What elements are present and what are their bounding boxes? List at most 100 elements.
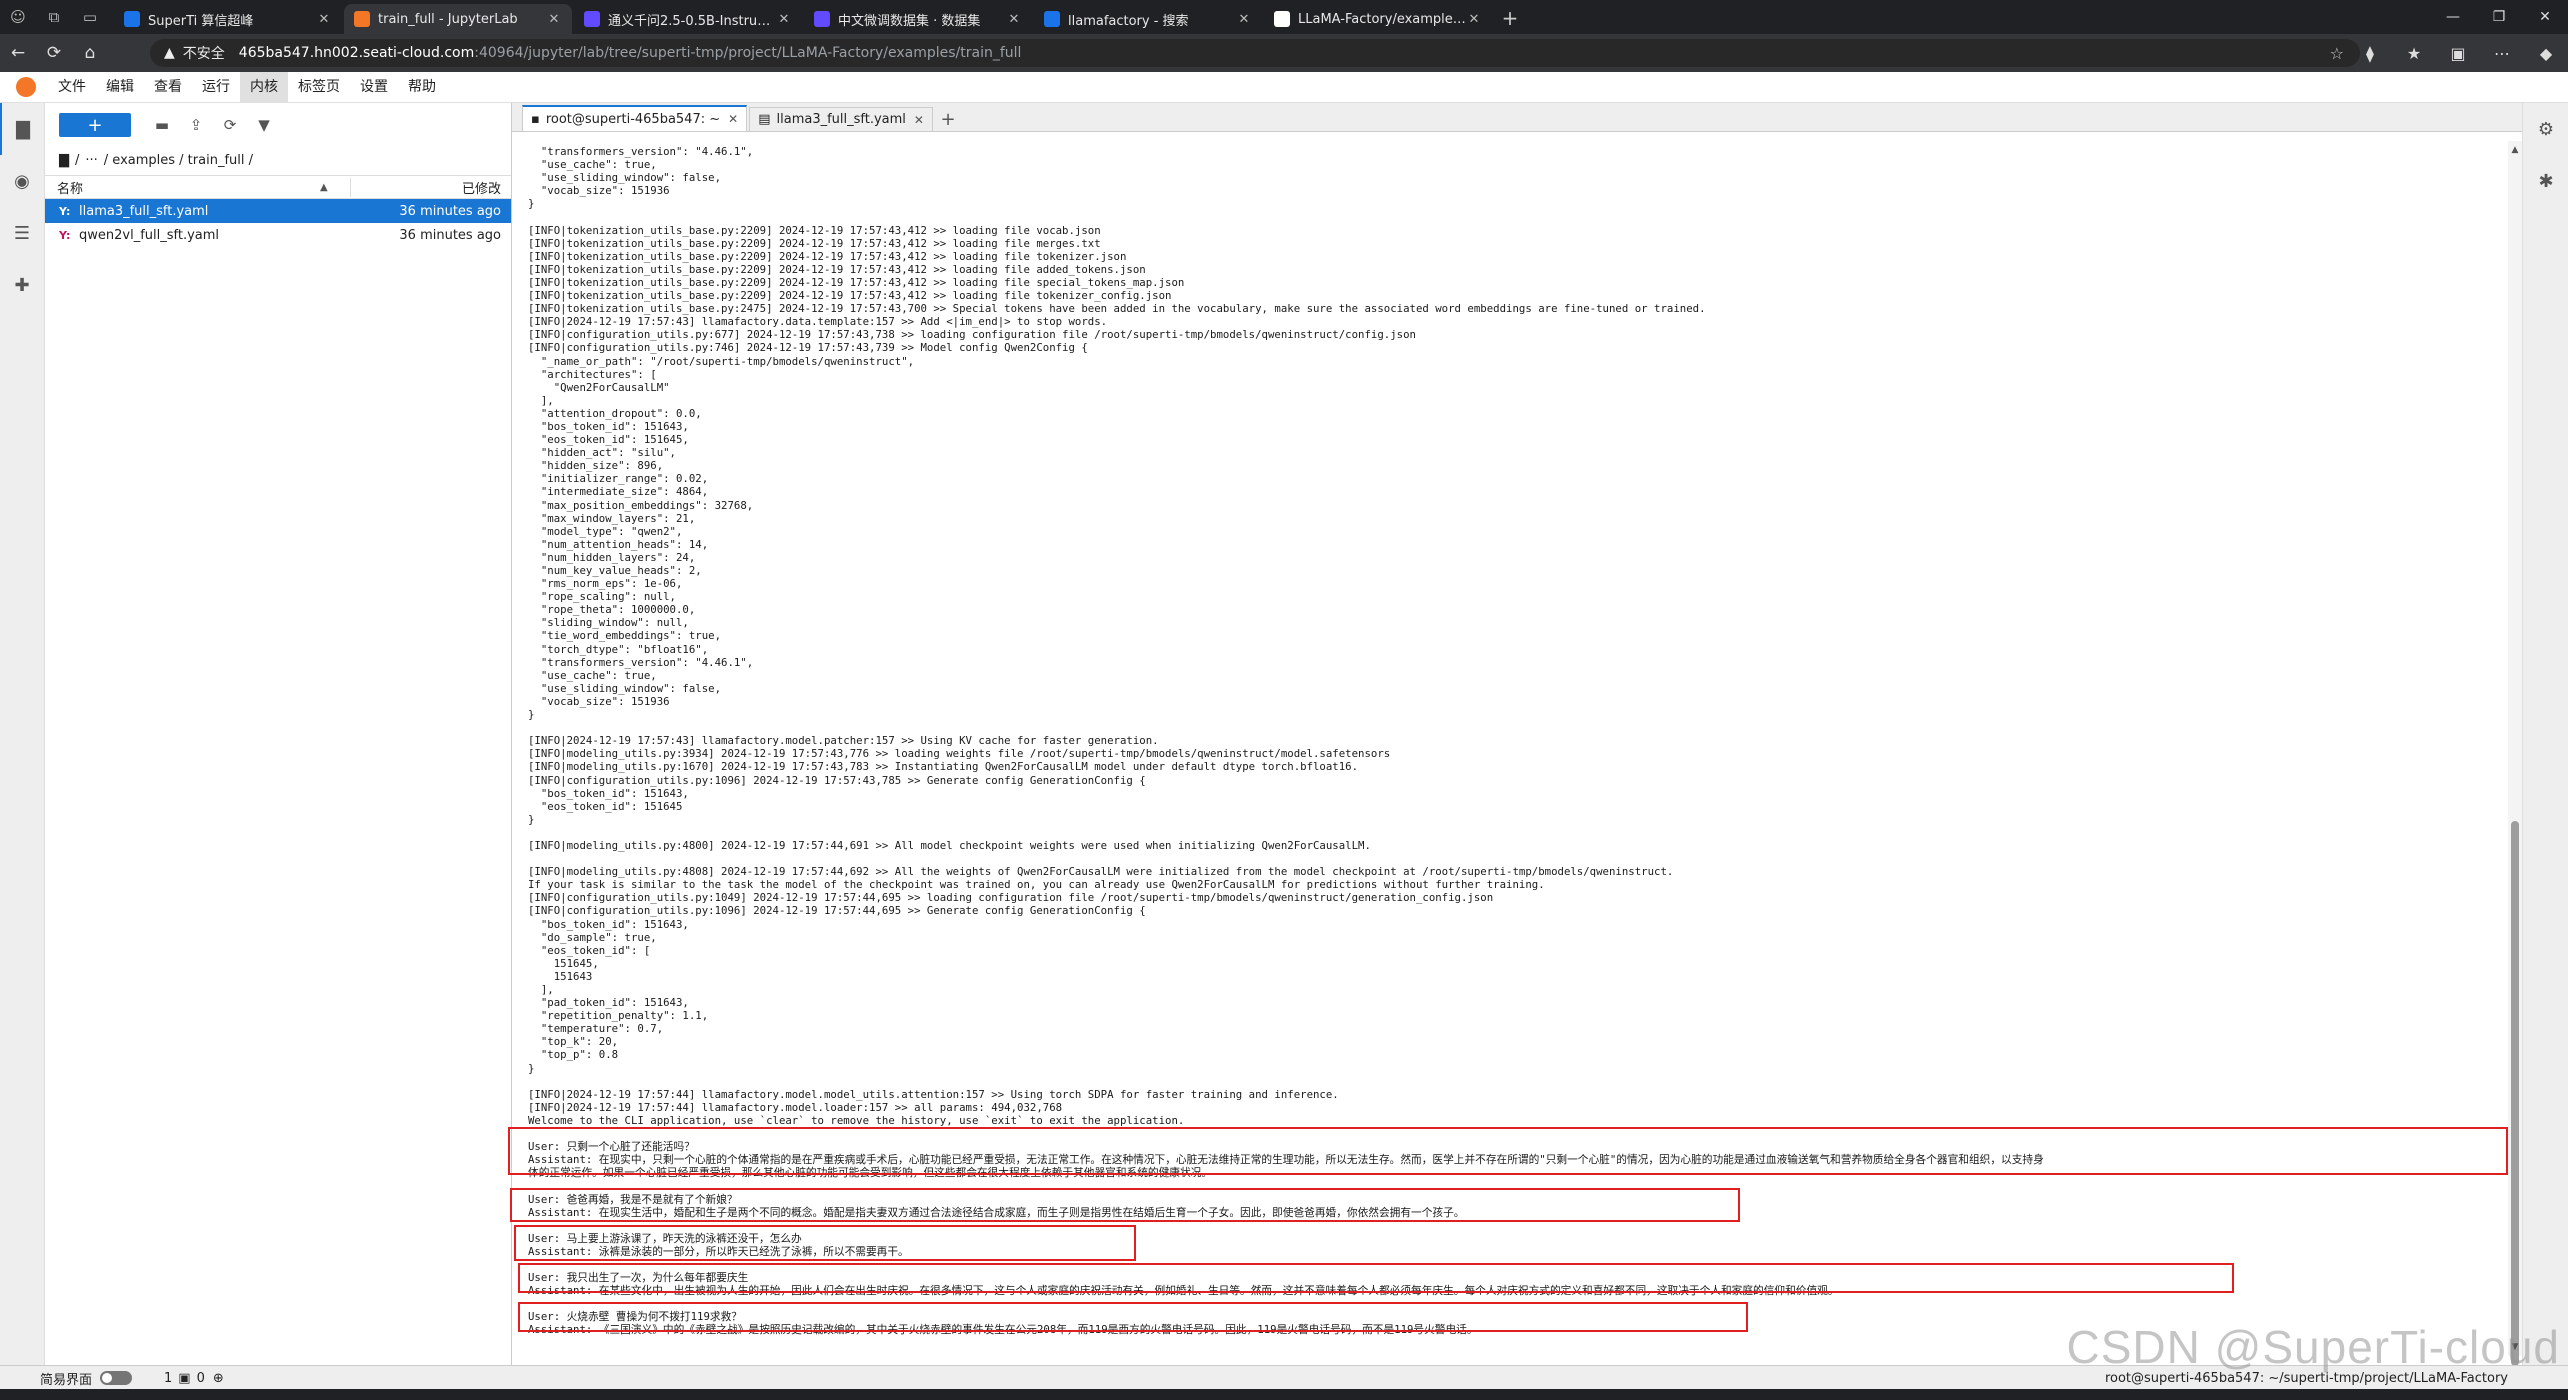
tab-actions-icon[interactable]: ▭ bbox=[72, 0, 108, 34]
scroll-up-icon[interactable]: ▲ bbox=[2508, 145, 2522, 155]
more-menu-icon[interactable]: ⋯ bbox=[2480, 44, 2524, 63]
close-tab-icon[interactable]: ✕ bbox=[1466, 12, 1482, 27]
close-tab-icon[interactable]: ✕ bbox=[316, 12, 332, 27]
menu-item[interactable]: 运行 bbox=[192, 72, 240, 102]
menu-item[interactable]: 标签页 bbox=[288, 72, 350, 102]
simple-mode-toggle[interactable] bbox=[100, 1371, 133, 1385]
sort-asc-icon[interactable]: ▲ bbox=[320, 182, 350, 193]
file-row[interactable]: Y: llama3_full_sft.yaml 36 minutes ago bbox=[45, 199, 511, 223]
property-inspector-icon[interactable]: ⚙ bbox=[2523, 103, 2568, 155]
terminal-scrollbar[interactable]: ▲ ▼ bbox=[2508, 141, 2522, 1366]
folder-small-icon[interactable]: ▇ bbox=[59, 153, 69, 168]
terminal-line: "eos_token_id": 151645 bbox=[528, 799, 683, 813]
new-folder-icon[interactable]: ▬ bbox=[145, 116, 179, 134]
document-tab[interactable]: ▤ llama3_full_sft.yaml ✕ bbox=[749, 107, 933, 131]
close-window-icon[interactable]: ✕ bbox=[2522, 0, 2568, 34]
column-modified[interactable]: 已修改 bbox=[350, 177, 511, 197]
terminal-line: 体的正常运作。如果一个心脏已经严重受损，那么其他心脏的功能可能会受到影响，但这些… bbox=[528, 1166, 1213, 1180]
warning-icon[interactable]: ▲ bbox=[164, 45, 175, 61]
browser-tab[interactable]: 中文微调数据集 · 数据集 ✕ bbox=[804, 4, 1032, 34]
terminal-line: If your task is similar to the task the … bbox=[528, 878, 1545, 892]
terminal-line: } bbox=[528, 708, 535, 722]
browser-tab[interactable]: train_full - JupyterLab ✕ bbox=[344, 4, 572, 34]
table-of-contents-icon[interactable]: ☰ bbox=[0, 207, 44, 259]
workspaces-icon[interactable]: ⧉ bbox=[36, 0, 72, 34]
terminal-line: [INFO|tokenization_utils_base.py:2209] 2… bbox=[528, 289, 1172, 303]
scrollbar-thumb[interactable] bbox=[2511, 821, 2519, 1366]
menu-item[interactable]: 设置 bbox=[350, 72, 398, 102]
terminal-line: "bos_token_id": 151643, bbox=[528, 786, 689, 800]
column-name[interactable]: 名称 bbox=[45, 178, 320, 197]
close-doc-tab-icon[interactable]: ✕ bbox=[914, 113, 924, 127]
menu-item[interactable]: 帮助 bbox=[398, 72, 446, 102]
terminal-line: "rope_scaling": null, bbox=[528, 590, 676, 604]
terminal-line: "transformers_version": "4.46.1", bbox=[528, 655, 754, 669]
terminal-line: "repetition_penalty": 1.1, bbox=[528, 1009, 709, 1023]
filter-icon[interactable]: ▼ bbox=[247, 116, 281, 134]
close-tab-icon[interactable]: ✕ bbox=[776, 12, 792, 27]
extensions-puzzle-icon[interactable]: ✚ bbox=[0, 259, 44, 311]
terminal-line: [INFO|modeling_utils.py:4800] 2024-12-19… bbox=[528, 838, 1371, 852]
tab-favicon-icon bbox=[584, 11, 600, 27]
close-tab-icon[interactable]: ✕ bbox=[1006, 12, 1022, 27]
terminal-line: User: 马上要上游泳课了，昨天洗的泳裤还没干，怎么办 bbox=[528, 1231, 802, 1245]
terminal-line: "num_attention_heads": 14, bbox=[528, 537, 709, 551]
browser-tab-strip: ☺ ⧉ ▭ SuperTi 算信超峰 ✕ train_full - JupyterL… bbox=[0, 0, 2568, 34]
browser-tab[interactable]: LLaMA-Factory/examples/inference✕ bbox=[1264, 4, 1492, 34]
menu-item[interactable]: 内核 bbox=[240, 72, 288, 102]
copilot-icon[interactable]: ◆ bbox=[2524, 44, 2568, 63]
document-tab[interactable]: ▪ root@superti-465ba547: ~ ✕ bbox=[522, 105, 748, 131]
browser-tab[interactable]: llamafactory - 搜索 ✕ bbox=[1034, 4, 1262, 34]
home-icon[interactable]: ⌂ bbox=[72, 34, 108, 72]
file-row[interactable]: Y: qwen2vl_full_sft.yaml 36 minutes ago bbox=[45, 223, 511, 247]
terminal-line: "temperature": 0.7, bbox=[528, 1022, 664, 1036]
breadcrumb-ellipsis[interactable]: ··· bbox=[85, 153, 97, 168]
breadcrumb-path[interactable]: / examples / train_full / bbox=[104, 153, 253, 168]
favorites-icon[interactable]: ★ bbox=[2392, 44, 2436, 63]
browser-tab[interactable]: 通义千问2.5-0.5B-Instruct · 模型库✕ bbox=[574, 4, 802, 34]
insecure-label[interactable]: 不安全 bbox=[183, 43, 225, 63]
terminal-line: [INFO|modeling_utils.py:4808] 2024-12-19… bbox=[528, 865, 1674, 879]
menu-item[interactable]: 编辑 bbox=[96, 72, 144, 102]
refresh-icon[interactable]: ⟳ bbox=[213, 116, 247, 134]
collections-icon[interactable]: ▣ bbox=[2436, 44, 2480, 63]
profile-icon[interactable]: ☺ bbox=[0, 0, 36, 34]
browser-tab-title: 中文微调数据集 · 数据集 bbox=[838, 13, 981, 29]
url-bar[interactable]: ▲ 不安全 465ba547.hn002.seati-cloud.com:409… bbox=[150, 39, 2360, 67]
new-tab-button[interactable]: + bbox=[1494, 4, 1526, 34]
kernel-status-icon: ⊕ bbox=[212, 1370, 224, 1386]
reload-icon[interactable]: ⟳ bbox=[36, 34, 72, 72]
tab-favicon-icon bbox=[814, 11, 830, 27]
file-browser-toolbar: + ▬ ⇪ ⟳ ▼ bbox=[45, 103, 511, 147]
terminal-line: [INFO|tokenization_utils_base.py:2209] 2… bbox=[528, 236, 1101, 250]
terminal-output[interactable]: "transformers_version": "4.46.1", "use_c… bbox=[512, 141, 2508, 1356]
close-doc-tab-icon[interactable]: ✕ bbox=[728, 112, 738, 126]
close-tab-icon[interactable]: ✕ bbox=[546, 12, 562, 27]
browser-tab[interactable]: SuperTi 算信超峰 ✕ bbox=[114, 4, 342, 34]
terminal-line: [INFO|configuration_utils.py:1096] 2024-… bbox=[528, 904, 1146, 918]
kernel-count: 0 bbox=[196, 1370, 205, 1386]
folder-icon[interactable]: ▇ bbox=[0, 103, 44, 155]
running-sessions-icon[interactable]: ◉ bbox=[0, 155, 44, 207]
terminal-line: [INFO|2024-12-19 17:57:44] llamafactory.… bbox=[528, 1087, 1339, 1101]
add-tab-button[interactable]: + bbox=[934, 107, 961, 131]
extensions-icon[interactable]: ⧫ bbox=[2348, 44, 2392, 63]
menu-item[interactable]: 查看 bbox=[144, 72, 192, 102]
debugger-icon[interactable]: ✱ bbox=[2523, 155, 2568, 207]
main-dock-area: ▪ root@superti-465ba547: ~ ✕ ▤ llama3_full_s… bbox=[508, 103, 2522, 1366]
maximize-icon[interactable]: ❐ bbox=[2476, 0, 2522, 34]
back-icon[interactable]: ← bbox=[0, 34, 36, 72]
breadcrumb-root[interactable]: / bbox=[75, 153, 79, 168]
upload-icon[interactable]: ⇪ bbox=[179, 116, 213, 134]
minimize-icon[interactable]: — bbox=[2430, 0, 2476, 34]
terminal-line: User: 只剩一个心脏了还能活吗？ bbox=[528, 1140, 695, 1154]
browser-tab-title: llamafactory - 搜索 bbox=[1068, 13, 1189, 29]
new-launcher-button[interactable]: + bbox=[59, 113, 131, 137]
close-tab-icon[interactable]: ✕ bbox=[1236, 12, 1252, 27]
bookmark-star-icon[interactable]: ☆ bbox=[2330, 44, 2344, 63]
menu-item[interactable]: 文件 bbox=[48, 72, 96, 102]
